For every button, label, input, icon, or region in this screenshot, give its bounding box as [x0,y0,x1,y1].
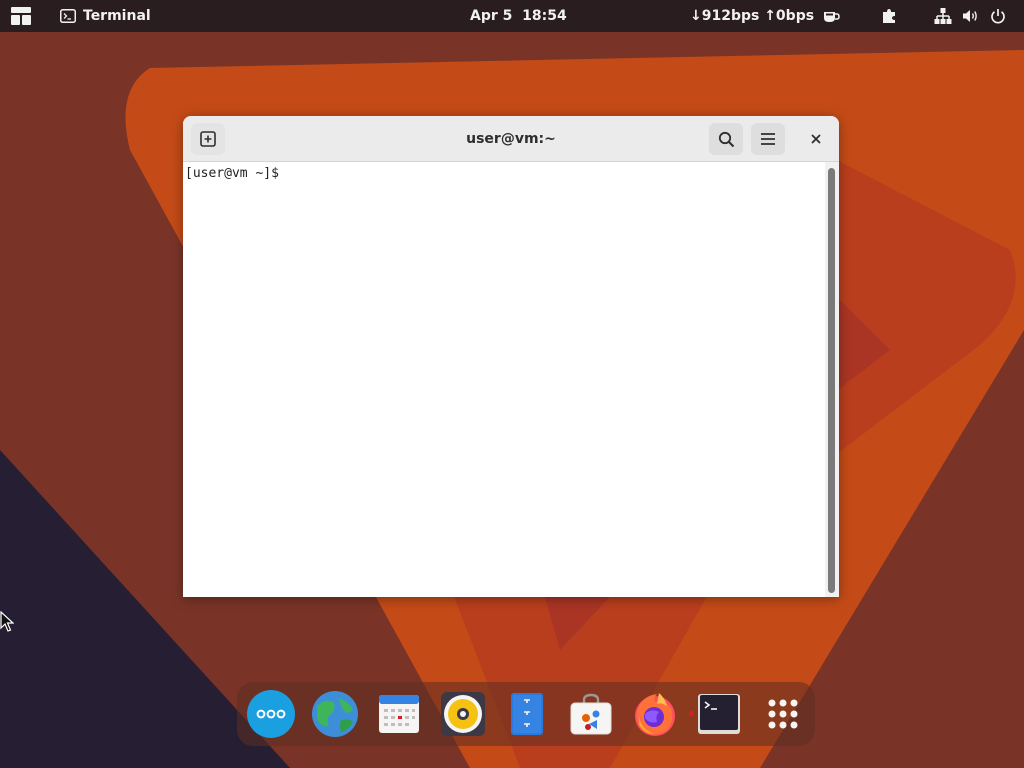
coffee-icon [824,12,840,22]
network-icon [934,8,952,24]
terminal-output[interactable]: [user@vm ~]$ [183,162,825,597]
app-name: Terminal [83,8,151,24]
text-editor-icon [511,693,543,735]
network-speed-indicator[interactable]: ↓912bps ↑0bps [690,0,814,32]
hamburger-menu-icon [761,133,775,145]
search-icon [718,131,734,147]
main-menu-button[interactable] [751,123,785,155]
dock-item-web-browser[interactable] [311,690,359,738]
app-grid-icon [768,699,798,729]
system-menu[interactable] [990,0,1006,32]
show-apps-button[interactable] [759,690,807,738]
volume-icon [963,10,977,22]
terminal-app-icon [60,9,76,23]
new-tab-button[interactable] [191,123,225,155]
clock[interactable]: Apr 5 18:54 [470,0,567,32]
shell-prompt: [user@vm ~]$ [185,166,279,181]
search-button[interactable] [709,123,743,155]
ellipsis-app-icon [247,690,295,738]
software-store-bag-icon [570,693,612,735]
dock-item-firefox[interactable] [631,690,679,738]
mouse-pointer-icon [0,611,14,632]
calendar-icon [379,695,419,733]
add-tab-icon [200,131,216,147]
dock-item-calendar[interactable] [375,690,423,738]
extensions-button[interactable] [880,0,898,32]
volume-control[interactable] [962,0,980,32]
web-browser-globe-icon [312,691,358,737]
activities-button[interactable] [10,0,32,32]
dock-item-software[interactable] [567,690,615,738]
extensions-icon [883,9,895,23]
close-icon [811,134,821,144]
running-indicator [689,711,694,716]
scrollbar-thumb[interactable] [828,168,835,593]
dock-item-terminal[interactable] [695,690,743,738]
music-speaker-icon [441,692,485,736]
terminal-icon [698,694,740,734]
dock-item-rhythmbox[interactable] [439,690,487,738]
scrollbar[interactable] [825,162,839,597]
dock-item-text-editor[interactable] [503,690,551,738]
top-bar: Terminal Apr 5 18:54 ↓912bps ↑0bps [0,0,1024,32]
dock-item-dots-app[interactable] [247,690,295,738]
firefox-icon [635,693,675,736]
network-status[interactable] [934,0,952,32]
caffeine-toggle[interactable] [822,0,840,32]
app-menu[interactable]: Terminal [60,0,151,32]
terminal-window: user@vm:~ [user@vm ~]$ [183,116,839,597]
window-headerbar[interactable]: user@vm:~ [183,116,839,162]
power-icon [991,9,1005,24]
close-button[interactable] [799,123,833,155]
activities-icon [11,7,31,25]
